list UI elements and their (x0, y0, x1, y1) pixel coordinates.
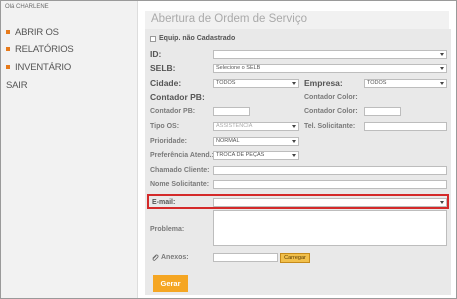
selb-select[interactable]: Selecione o SELB (213, 64, 447, 73)
problema-label: Problema: (150, 226, 185, 233)
gerar-button[interactable]: Gerar (153, 275, 188, 292)
anexos-file-input[interactable] (213, 253, 278, 262)
email-label: E-mail: (152, 199, 176, 206)
tipo-os-select[interactable]: ASSISTÊNCIA (213, 122, 299, 131)
cidade-value: TODOS (216, 80, 236, 86)
contador-pb-small-label: Contador PB: (150, 108, 196, 115)
empresa-label: Empresa: (304, 78, 343, 88)
equip-checkbox-label: Equip. não Cadastrado (159, 35, 236, 42)
chevron-down-icon (440, 82, 444, 85)
preferencia-select[interactable]: TROCA DE PEÇAS (213, 151, 299, 160)
chevron-down-icon (292, 125, 296, 128)
chamado-cliente-label: Chamado Cliente: (150, 167, 210, 174)
chamado-cliente-input[interactable] (213, 166, 447, 175)
page-title: Abertura de Ordem de Serviço (151, 13, 307, 25)
tel-solicitante-label: Tel. Solicitante: (304, 123, 356, 130)
bullet-icon (6, 47, 10, 51)
sidebar-item-label: RELATÓRIOS (15, 44, 74, 55)
id-select[interactable] (213, 50, 447, 59)
sidebar-item-inventario[interactable]: INVENTÁRIO (1, 60, 138, 77)
anexos-label: Anexos: (161, 254, 189, 261)
contador-color-label: Contador Color: (304, 94, 358, 101)
empresa-value: TODOS (367, 80, 387, 86)
contador-color-input[interactable] (364, 107, 401, 116)
problema-textarea[interactable] (213, 210, 447, 246)
chevron-down-icon (292, 140, 296, 143)
sidebar-item-label: INVENTÁRIO (15, 62, 72, 73)
carregar-button[interactable]: Carregar (280, 253, 310, 263)
user-greeting: Olá CHARLENE (5, 4, 49, 10)
prioridade-label: Prioridade: (150, 138, 187, 145)
empresa-select[interactable]: TODOS (364, 79, 447, 88)
id-label: ID: (150, 49, 162, 59)
selb-label: SELB: (150, 63, 176, 73)
tipo-os-value: ASSISTÊNCIA (216, 123, 253, 129)
sidebar-item-label: SAIR (6, 80, 28, 91)
tel-solicitante-input[interactable] (364, 122, 447, 131)
prioridade-select[interactable]: NORMAL (213, 137, 299, 146)
sidebar-item-relatorios[interactable]: RELATÓRIOS (1, 42, 138, 59)
chevron-down-icon (440, 67, 444, 70)
equip-nao-cadastrado-checkbox[interactable] (150, 36, 156, 42)
nome-solicitante-label: Nome Solicitante: (150, 181, 210, 188)
preferencia-value: TROCA DE PEÇAS (216, 152, 265, 158)
contador-pb-input[interactable] (213, 107, 250, 116)
cidade-label: Cidade: (150, 78, 182, 88)
sidebar-item-sair[interactable]: SAIR (1, 78, 138, 95)
prioridade-value: NORMAL (216, 138, 240, 144)
nome-solicitante-input[interactable] (213, 180, 447, 189)
email-select[interactable] (213, 198, 447, 207)
bullet-icon (6, 65, 10, 69)
contador-pb-label: Contador PB: (150, 92, 205, 102)
sidebar-item-label: ABRIR OS (15, 27, 59, 38)
chevron-down-icon (292, 154, 296, 157)
sidebar-item-abrir-os[interactable]: ABRIR OS (1, 25, 138, 42)
tipo-os-label: Tipo OS: (150, 123, 180, 130)
chevron-down-icon (440, 201, 444, 204)
chevron-down-icon (440, 53, 444, 56)
cidade-select[interactable]: TODOS (213, 79, 299, 88)
selb-value: Selecione o SELB (216, 65, 261, 71)
paperclip-icon (152, 254, 159, 261)
sidebar: Olá CHARLENE ABRIR OS RELATÓRIOS INVENTÁ… (1, 1, 138, 298)
contador-color-small-label: Contador Color: (304, 108, 358, 115)
chevron-down-icon (292, 82, 296, 85)
preferencia-label: Preferência Atend.: (150, 152, 214, 159)
bullet-icon (6, 30, 10, 34)
